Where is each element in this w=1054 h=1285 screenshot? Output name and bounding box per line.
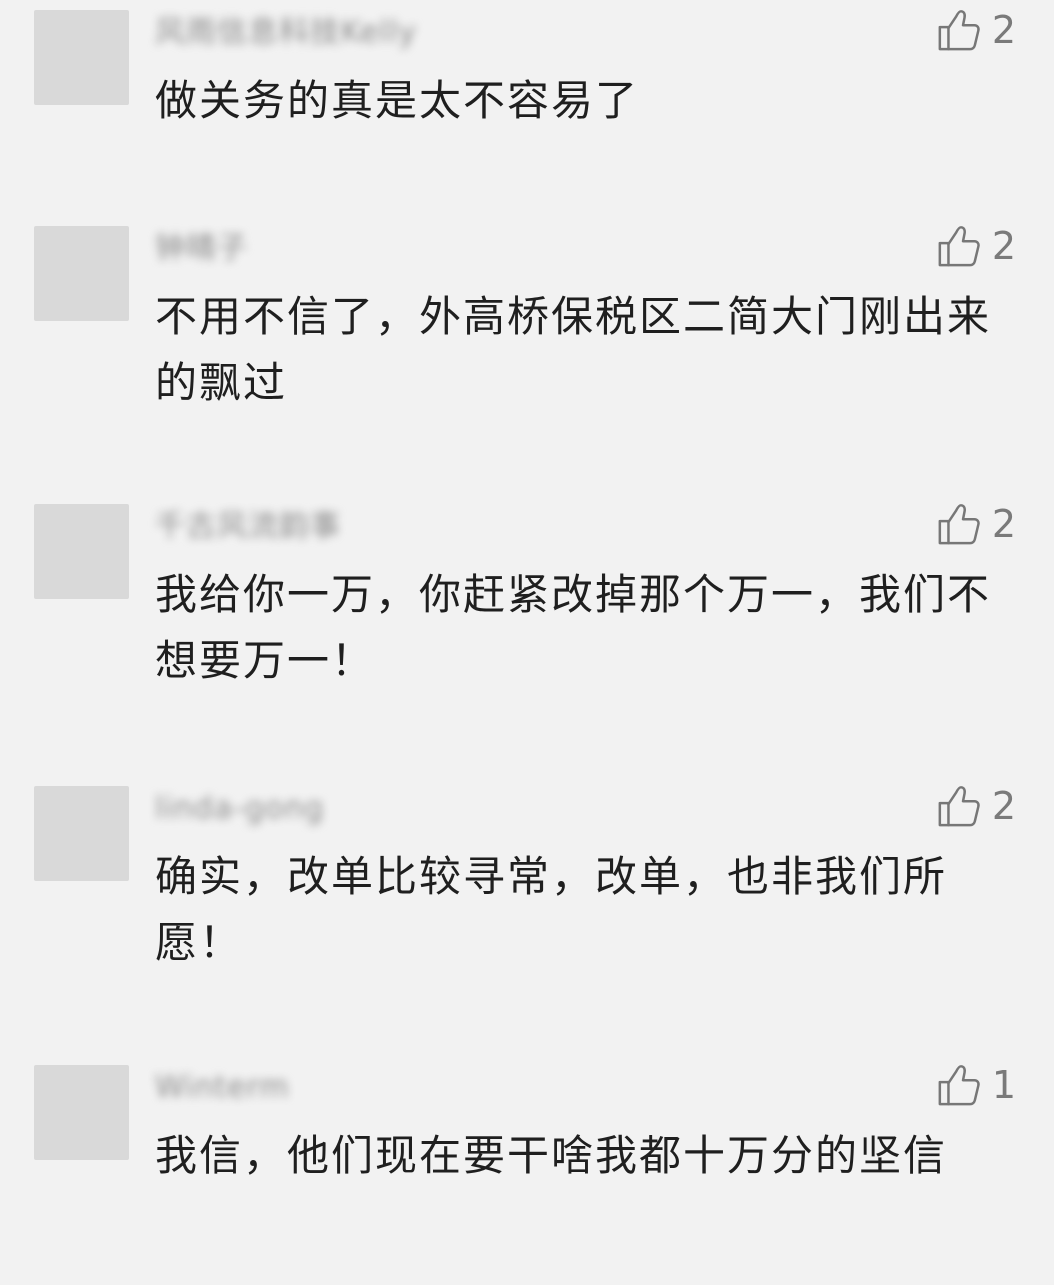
like-count: 2 [991, 224, 1016, 268]
thumbs-up-icon [938, 226, 980, 267]
comment-item: Winterm 1 我信，他们现在要干啥我都十万分的坚信 [0, 1055, 1054, 1285]
thumbs-up-icon [938, 504, 980, 545]
avatar[interactable] [34, 786, 129, 881]
like-button[interactable]: 2 [936, 498, 1016, 550]
commenter-nickname: 风雨信息科技Kelly [155, 15, 418, 50]
thumbs-up-icon [938, 1065, 980, 1106]
comment-text: 确实，改单比较寻常，改单，也非我们所愿！ [155, 852, 948, 967]
avatar[interactable] [34, 504, 129, 599]
comment-text: 我给你一万，你赶紧改掉那个万一，我们不想要万一！ [155, 570, 992, 685]
commenter-nickname: Winterm [155, 1070, 290, 1105]
comment-text: 不用不信了，外高桥保税区二简大门刚出来的飘过 [155, 292, 992, 407]
comment-text: 我信，他们现在要干啥我都十万分的坚信 [155, 1131, 948, 1180]
thumbs-up-icon [938, 10, 980, 51]
comment-item: 风雨信息科技Kelly 2 做关务的真是太不容易了 [0, 0, 1054, 230]
commenter-nickname: 千古风流韵事 [155, 509, 341, 544]
like-button[interactable]: 2 [936, 220, 1016, 272]
comment-list: 风雨信息科技Kelly 2 做关务的真是太不容易了 钟晴子 2 不用不信了，外高… [0, 0, 1054, 1265]
like-count: 1 [991, 1063, 1016, 1107]
like-button[interactable]: 2 [936, 780, 1016, 832]
thumbs-up-icon [938, 786, 980, 827]
like-count: 2 [991, 784, 1016, 828]
commenter-nickname: 钟晴子 [155, 231, 248, 266]
avatar[interactable] [34, 226, 129, 321]
like-count: 2 [991, 502, 1016, 546]
avatar[interactable] [34, 10, 129, 105]
like-button[interactable]: 1 [936, 1059, 1016, 1111]
like-button[interactable]: 2 [936, 4, 1016, 56]
comment-text: 做关务的真是太不容易了 [155, 76, 640, 125]
comment-item: linda-gong 2 确实，改单比较寻常，改单，也非我们所愿！ [0, 776, 1054, 1006]
like-count: 2 [991, 8, 1016, 52]
commenter-nickname: linda-gong [155, 791, 325, 826]
avatar[interactable] [34, 1065, 129, 1160]
comment-item: 钟晴子 2 不用不信了，外高桥保税区二简大门刚出来的飘过 [0, 216, 1054, 446]
comment-item: 千古风流韵事 2 我给你一万，你赶紧改掉那个万一，我们不想要万一！ [0, 494, 1054, 724]
